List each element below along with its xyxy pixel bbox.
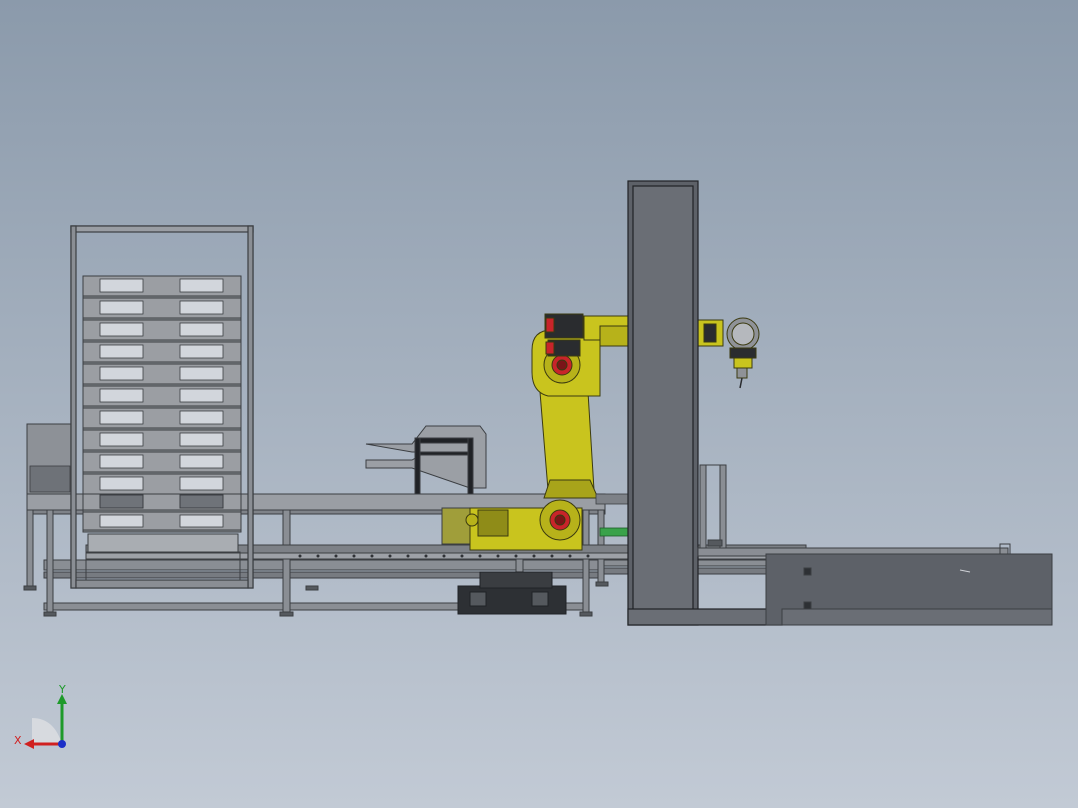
tray-stack	[82, 275, 242, 581]
left-side-cabinet	[26, 423, 74, 495]
industrial-robot-arm	[465, 313, 760, 551]
cad-viewport[interactable]: Y X	[0, 0, 1078, 808]
x-axis-label: X	[14, 734, 22, 747]
robot-cable-duct	[595, 493, 631, 505]
triad-plane-shade	[32, 718, 62, 744]
z-axis-dot	[58, 740, 66, 748]
y-axis-label: Y	[58, 684, 66, 696]
coordinate-triad: Y X	[14, 684, 67, 749]
assembly-model-view[interactable]	[0, 0, 1078, 808]
green-air-line	[599, 527, 631, 537]
